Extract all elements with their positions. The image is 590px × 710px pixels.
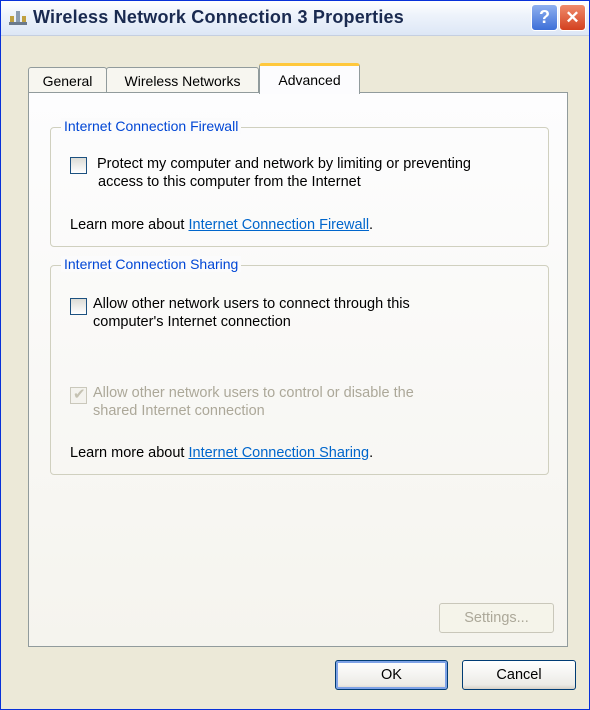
sharing-learn-more: Learn more about Internet Connection Sha… (70, 445, 374, 461)
protect-checkbox-label[interactable]: Protect my computer and network by limit… (97, 155, 471, 191)
allow-control-checkbox[interactable]: ✔ (70, 386, 87, 404)
allow-connect-checkbox[interactable] (70, 298, 87, 315)
title-bar[interactable]: Wireless Network Connection 3 Properties… (1, 1, 589, 36)
properties-dialog: Wireless Network Connection 3 Properties… (0, 0, 590, 710)
tab-advanced[interactable]: Advanced (259, 63, 360, 94)
firewall-help-link[interactable]: Internet Connection Firewall (189, 217, 370, 233)
advanced-tab-panel: Internet Connection Firewall Protect my … (28, 92, 568, 647)
protect-checkbox[interactable] (70, 157, 87, 174)
checkmark-icon: ✔ (73, 386, 86, 403)
firewall-group: Internet Connection Firewall Protect my … (50, 118, 549, 247)
allow-connect-label[interactable]: Allow other network users to connect thr… (93, 295, 410, 331)
help-button[interactable]: ? (531, 4, 558, 31)
sharing-group-title: Internet Connection Sharing (61, 256, 242, 272)
close-button[interactable]: ✕ (559, 4, 586, 31)
firewall-learn-more: Learn more about Internet Connection Fir… (70, 217, 374, 233)
network-connection-icon (9, 11, 27, 25)
ok-button[interactable]: OK (335, 660, 448, 690)
sharing-help-link[interactable]: Internet Connection Sharing (189, 445, 370, 461)
firewall-group-title: Internet Connection Firewall (61, 118, 242, 134)
tab-wireless-networks[interactable]: Wireless Networks (106, 67, 259, 93)
tab-general[interactable]: General (28, 67, 107, 93)
cancel-button[interactable]: Cancel (462, 660, 576, 690)
allow-control-label: Allow other network users to control or … (93, 385, 414, 419)
settings-button[interactable]: Settings... (439, 603, 554, 633)
sharing-group: Internet Connection Sharing Allow other … (50, 256, 549, 475)
window-title: Wireless Network Connection 3 Properties (33, 7, 404, 27)
